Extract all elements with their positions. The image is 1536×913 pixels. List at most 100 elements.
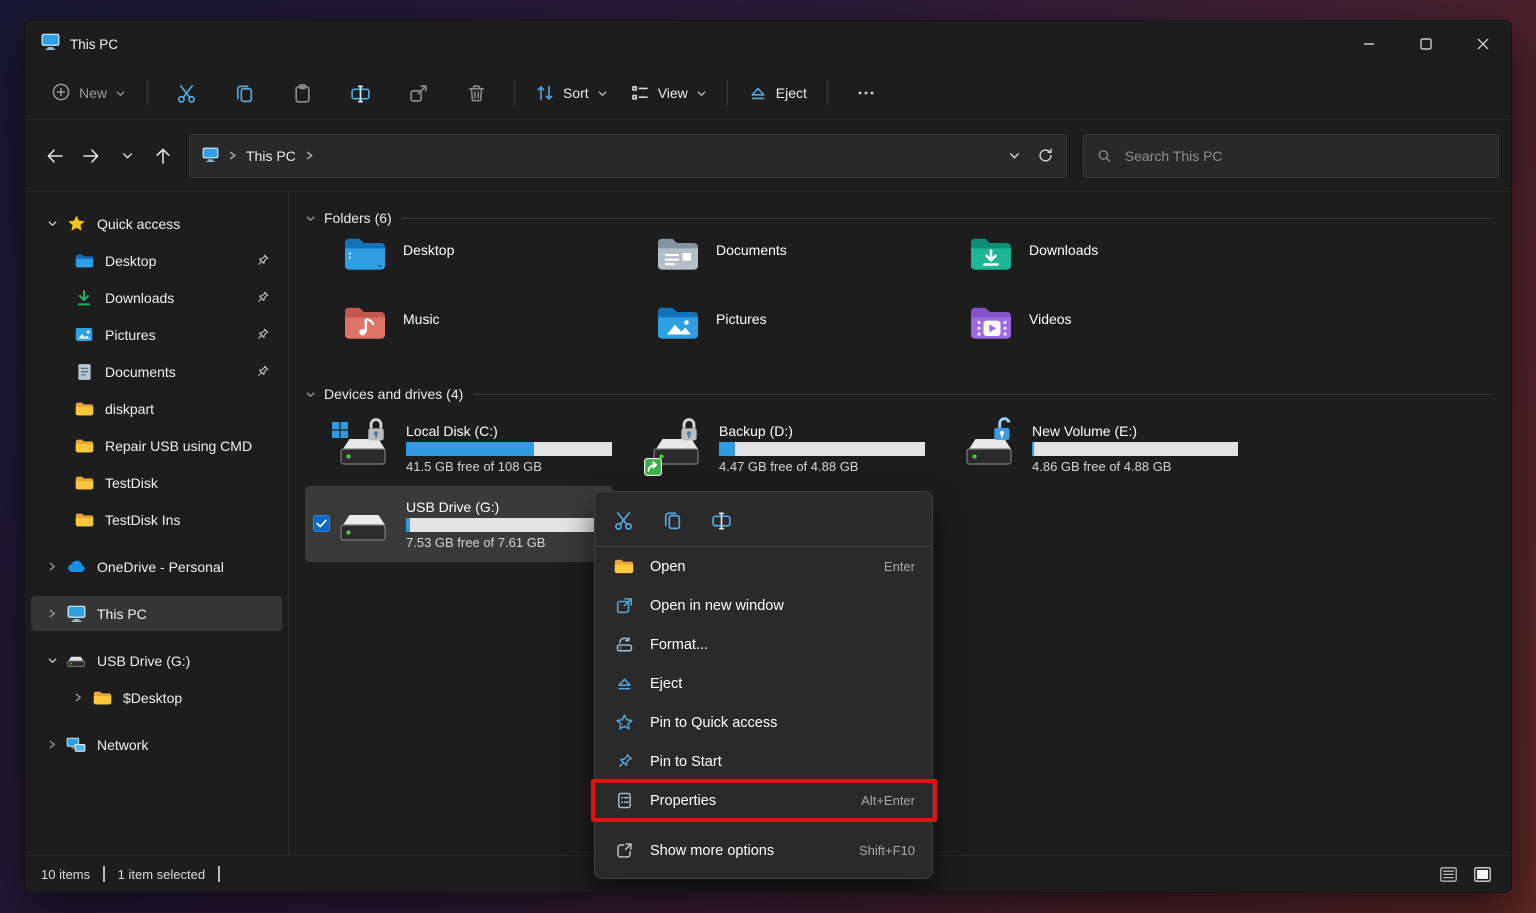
- drive-tile-local-disk-c[interactable]: Local Disk (C:) 41.5 GB free of 108 GB: [305, 410, 618, 486]
- chevron-down-icon[interactable]: [39, 655, 65, 666]
- minimize-button[interactable]: [1340, 21, 1397, 67]
- folder-icon: [73, 512, 95, 528]
- recent-locations-button[interactable]: [109, 138, 145, 174]
- new-button[interactable]: New: [39, 75, 138, 112]
- copy-button[interactable]: [653, 502, 691, 538]
- sidebar-item-dollar-desktop[interactable]: $Desktop: [31, 680, 282, 715]
- search-input[interactable]: [1123, 147, 1485, 165]
- menu-item-label: Pin to Quick access: [650, 715, 777, 731]
- chevron-right-icon[interactable]: [39, 608, 65, 619]
- folder-tile-downloads[interactable]: Downloads: [931, 234, 1244, 303]
- menu-item-label: Open in new window: [650, 598, 784, 614]
- folder-tile-music[interactable]: Music: [305, 303, 618, 372]
- explorer-window: This PC New: [24, 20, 1512, 893]
- rename-button[interactable]: [340, 75, 380, 111]
- sidebar-item-label: Downloads: [105, 290, 174, 306]
- sort-label: Sort: [563, 85, 589, 101]
- folder-tile-pictures[interactable]: Pictures: [618, 303, 931, 372]
- cut-button[interactable]: [604, 502, 642, 538]
- star-outline-icon: [612, 713, 636, 732]
- drive-tile-usb-drive-g[interactable]: USB Drive (G:) 7.53 GB free of 7.61 GB: [305, 486, 613, 562]
- sidebar-item-label: TestDisk: [105, 475, 158, 491]
- sidebar-item-testdisk[interactable]: TestDisk: [31, 465, 282, 500]
- sidebar-item-documents[interactable]: Documents: [31, 354, 282, 389]
- collapse-chevron-icon[interactable]: [305, 213, 316, 224]
- chevron-right-icon[interactable]: [39, 739, 65, 750]
- sidebar-item-quick-access[interactable]: Quick access: [31, 206, 282, 241]
- chevron-right-icon[interactable]: [39, 561, 65, 572]
- delete-button[interactable]: [456, 75, 496, 111]
- pin-icon: [255, 327, 270, 342]
- folder-tile-videos[interactable]: Videos: [931, 303, 1244, 372]
- menu-item-format[interactable]: Format...: [600, 625, 927, 664]
- folder-tile-documents[interactable]: Documents: [618, 234, 931, 303]
- menu-item-pin-to-start[interactable]: Pin to Start: [600, 742, 927, 781]
- menu-item-pin-to-quick-access[interactable]: Pin to Quick access: [600, 703, 927, 742]
- address-bar[interactable]: This PC: [189, 134, 1067, 178]
- search-box[interactable]: [1083, 134, 1499, 178]
- sidebar-item-network[interactable]: Network: [31, 727, 282, 762]
- sidebar-item-downloads[interactable]: Downloads: [31, 280, 282, 315]
- menu-item-eject[interactable]: Eject: [600, 664, 927, 703]
- sidebar-item-pictures[interactable]: Pictures: [31, 317, 282, 352]
- share-button[interactable]: [398, 75, 438, 111]
- folder-name: Desktop: [403, 242, 454, 258]
- menu-item-open-in-new-window[interactable]: Open in new window: [600, 586, 927, 625]
- menu-item-properties[interactable]: Properties Alt+Enter: [600, 781, 927, 820]
- chevron-right-icon[interactable]: [65, 692, 91, 703]
- eject-toolbar-button[interactable]: Eject: [737, 76, 818, 110]
- sort-button[interactable]: Sort: [524, 76, 619, 110]
- large-icons-view-button[interactable]: [1469, 863, 1495, 885]
- sidebar-item-usb-drive[interactable]: USB Drive (G:): [31, 643, 282, 678]
- copy-button[interactable]: [224, 75, 264, 111]
- sidebar-item-diskpart[interactable]: diskpart: [31, 391, 282, 426]
- pin-icon: [612, 752, 636, 771]
- sidebar-item-desktop[interactable]: Desktop: [31, 243, 282, 278]
- more-options-button[interactable]: [846, 75, 886, 111]
- drive-tile-backup-d[interactable]: Backup (D:) 4.47 GB free of 4.88 GB: [618, 410, 931, 486]
- music-folder-icon: [343, 305, 389, 348]
- back-button[interactable]: [37, 138, 73, 174]
- drive-tile-new-volume-e[interactable]: New Volume (E:) 4.86 GB free of 4.88 GB: [931, 410, 1244, 486]
- maximize-button[interactable]: [1397, 21, 1454, 67]
- forward-button[interactable]: [73, 138, 109, 174]
- chevron-down-icon[interactable]: [39, 218, 65, 229]
- sidebar-item-repair-usb[interactable]: Repair USB using CMD: [31, 428, 282, 463]
- sidebar-item-onedrive[interactable]: OneDrive - Personal: [31, 549, 282, 584]
- up-button[interactable]: [145, 138, 181, 174]
- rename-button[interactable]: [702, 502, 740, 538]
- selection-checkbox[interactable]: [313, 515, 330, 532]
- open-folder-icon: [612, 558, 636, 575]
- network-icon: [65, 737, 87, 753]
- drive-free-space: 7.53 GB free of 7.61 GB: [406, 535, 612, 550]
- capacity-bar: [406, 442, 612, 456]
- folder-name: Music: [403, 311, 440, 327]
- folder-name: Documents: [716, 242, 787, 258]
- chevron-down-icon: [597, 88, 608, 99]
- details-view-button[interactable]: [1435, 863, 1461, 885]
- cut-button[interactable]: [166, 75, 206, 111]
- view-button[interactable]: View: [619, 76, 718, 110]
- sidebar-item-label: USB Drive (G:): [97, 653, 190, 669]
- videos-folder-icon: [969, 305, 1015, 348]
- menu-item-show-more-options[interactable]: Show more options Shift+F10: [600, 831, 927, 870]
- section-title: Folders (6): [324, 210, 392, 226]
- paste-button[interactable]: [282, 75, 322, 111]
- sidebar-item-testdisk-ins[interactable]: TestDisk Ins: [31, 502, 282, 537]
- collapse-chevron-icon[interactable]: [305, 389, 316, 400]
- desktop-folder-icon: [73, 253, 95, 269]
- sidebar-item-this-pc[interactable]: This PC: [31, 596, 282, 631]
- close-button[interactable]: [1454, 21, 1511, 67]
- folder-tile-desktop[interactable]: Desktop: [305, 234, 618, 303]
- breadcrumb-this-pc[interactable]: This PC: [246, 148, 296, 164]
- plus-circle-icon: [51, 82, 71, 105]
- share-icon: [408, 83, 429, 104]
- refresh-icon[interactable]: [1037, 147, 1054, 164]
- downloads-folder-icon: [969, 236, 1015, 279]
- menu-item-open[interactable]: Open Enter: [600, 547, 927, 586]
- computer-icon: [65, 605, 87, 622]
- this-pc-icon: [41, 33, 60, 55]
- address-dropdown-icon[interactable]: [1008, 149, 1021, 162]
- folder-name: Downloads: [1029, 242, 1098, 258]
- drive-free-space: 4.86 GB free of 4.88 GB: [1032, 459, 1238, 474]
